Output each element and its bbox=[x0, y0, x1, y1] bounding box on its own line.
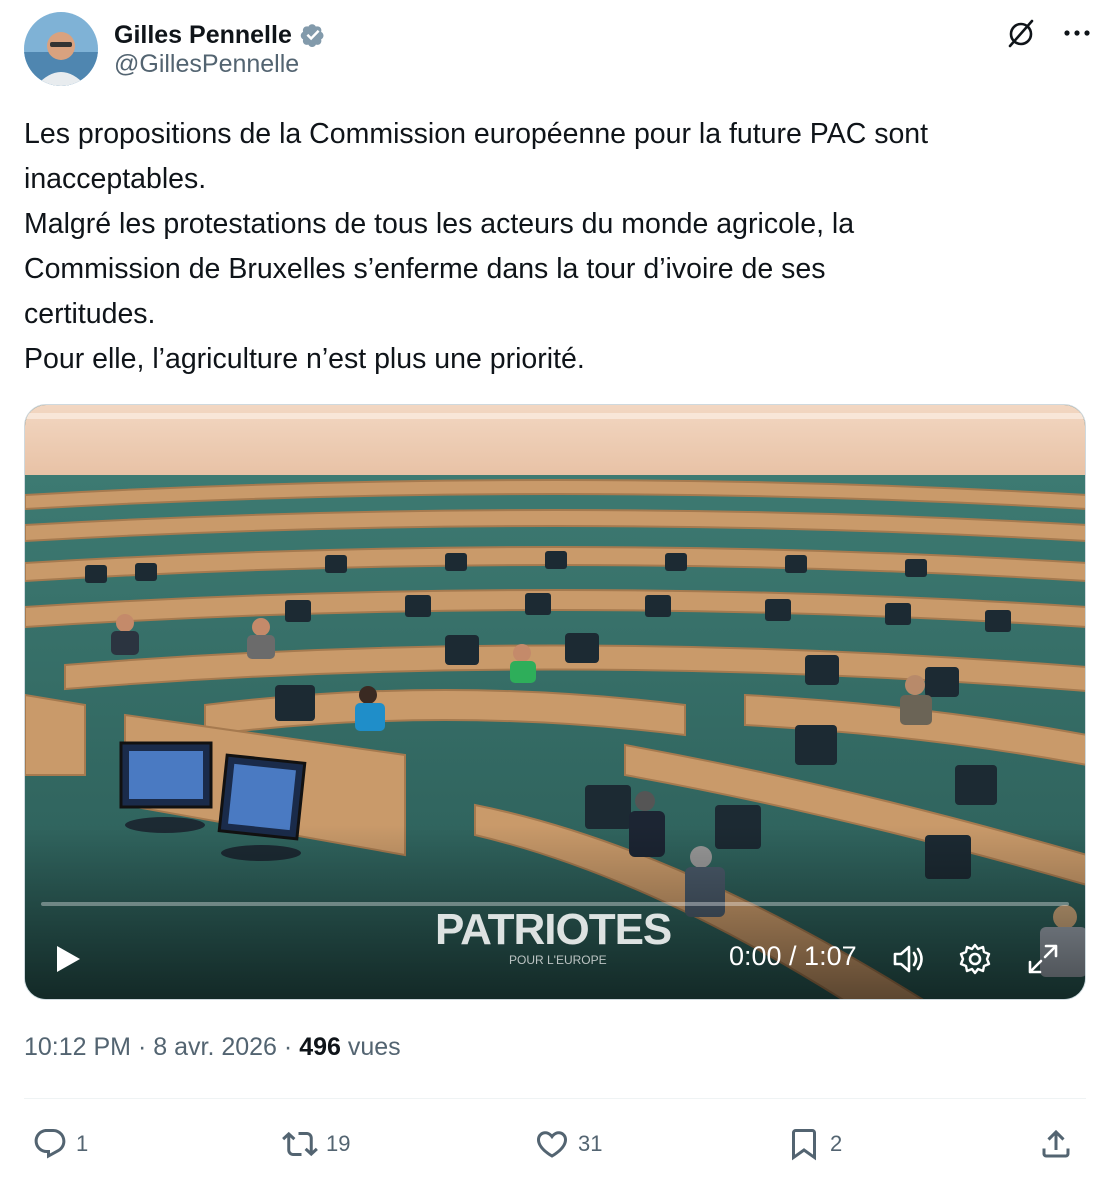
tweet-line: inacceptables. bbox=[24, 163, 207, 195]
tweet-header: Gilles Pennelle @GillesPennelle bbox=[24, 12, 1094, 88]
tweet-line: Pour elle, l’agriculture n’est plus une … bbox=[24, 343, 585, 375]
volume-icon[interactable] bbox=[891, 941, 927, 977]
bookmark-button[interactable]: 2 bbox=[786, 1120, 842, 1168]
verified-badge-icon bbox=[300, 24, 324, 47]
reply-count: 1 bbox=[76, 1131, 89, 1156]
fullscreen-icon[interactable] bbox=[1025, 941, 1061, 977]
repost-count: 19 bbox=[326, 1131, 351, 1156]
video-watermark-subtitle: POUR L'EUROPE bbox=[509, 953, 607, 967]
bookmark-count: 2 bbox=[830, 1131, 843, 1156]
reply-button[interactable]: 1 bbox=[32, 1120, 88, 1168]
tweet-time[interactable]: 10:12 PM bbox=[24, 1033, 131, 1061]
like-button[interactable]: 31 bbox=[534, 1120, 602, 1168]
heart-icon bbox=[536, 1131, 568, 1158]
action-bar: 1 19 31 2 bbox=[24, 1120, 1086, 1170]
tweet-date[interactable]: 8 avr. 2026 bbox=[153, 1033, 277, 1061]
tweet-text: Les propositions de la Commission europé… bbox=[24, 112, 1086, 382]
video-watermark: PATRIOTES bbox=[435, 905, 672, 954]
tweet-line: Malgré les protestations de tous les act… bbox=[24, 208, 855, 240]
video-player[interactable]: PATRIOTES POUR L'EUROPE 0:00 / 1:07 bbox=[24, 404, 1086, 1000]
video-time: 0:00 / 1:07 bbox=[729, 941, 857, 971]
tweet-line: Commission de Bruxelles s’enferme dans l… bbox=[24, 253, 826, 285]
divider bbox=[24, 1098, 1086, 1099]
views-count: 496 bbox=[299, 1033, 341, 1061]
repost-icon bbox=[282, 1131, 318, 1157]
tweet-line: Les propositions de la Commission europé… bbox=[24, 118, 929, 150]
settings-icon[interactable] bbox=[957, 941, 993, 977]
repost-button[interactable]: 19 bbox=[282, 1120, 350, 1168]
author-avatar[interactable] bbox=[24, 12, 98, 86]
views-label: vues bbox=[347, 1033, 401, 1061]
more-options-icon[interactable] bbox=[1060, 16, 1094, 50]
share-icon bbox=[1042, 1129, 1070, 1158]
author-name[interactable]: Gilles Pennelle bbox=[114, 21, 292, 50]
tweet-line: certitudes. bbox=[24, 298, 156, 330]
grok-icon[interactable] bbox=[1004, 16, 1038, 50]
reply-icon bbox=[34, 1129, 66, 1159]
meta-separator: · bbox=[137, 1033, 147, 1061]
share-button[interactable] bbox=[1038, 1120, 1074, 1168]
bookmark-icon bbox=[792, 1129, 816, 1161]
author-handle[interactable]: @GillesPennelle bbox=[114, 50, 299, 79]
meta-separator: · bbox=[283, 1033, 293, 1061]
video-progress-bar[interactable] bbox=[41, 902, 1069, 906]
play-icon[interactable] bbox=[49, 941, 85, 977]
tweet-meta: 10:12 PM · 8 avr. 2026 · 496 vues bbox=[24, 1033, 401, 1062]
like-count: 31 bbox=[578, 1131, 603, 1156]
